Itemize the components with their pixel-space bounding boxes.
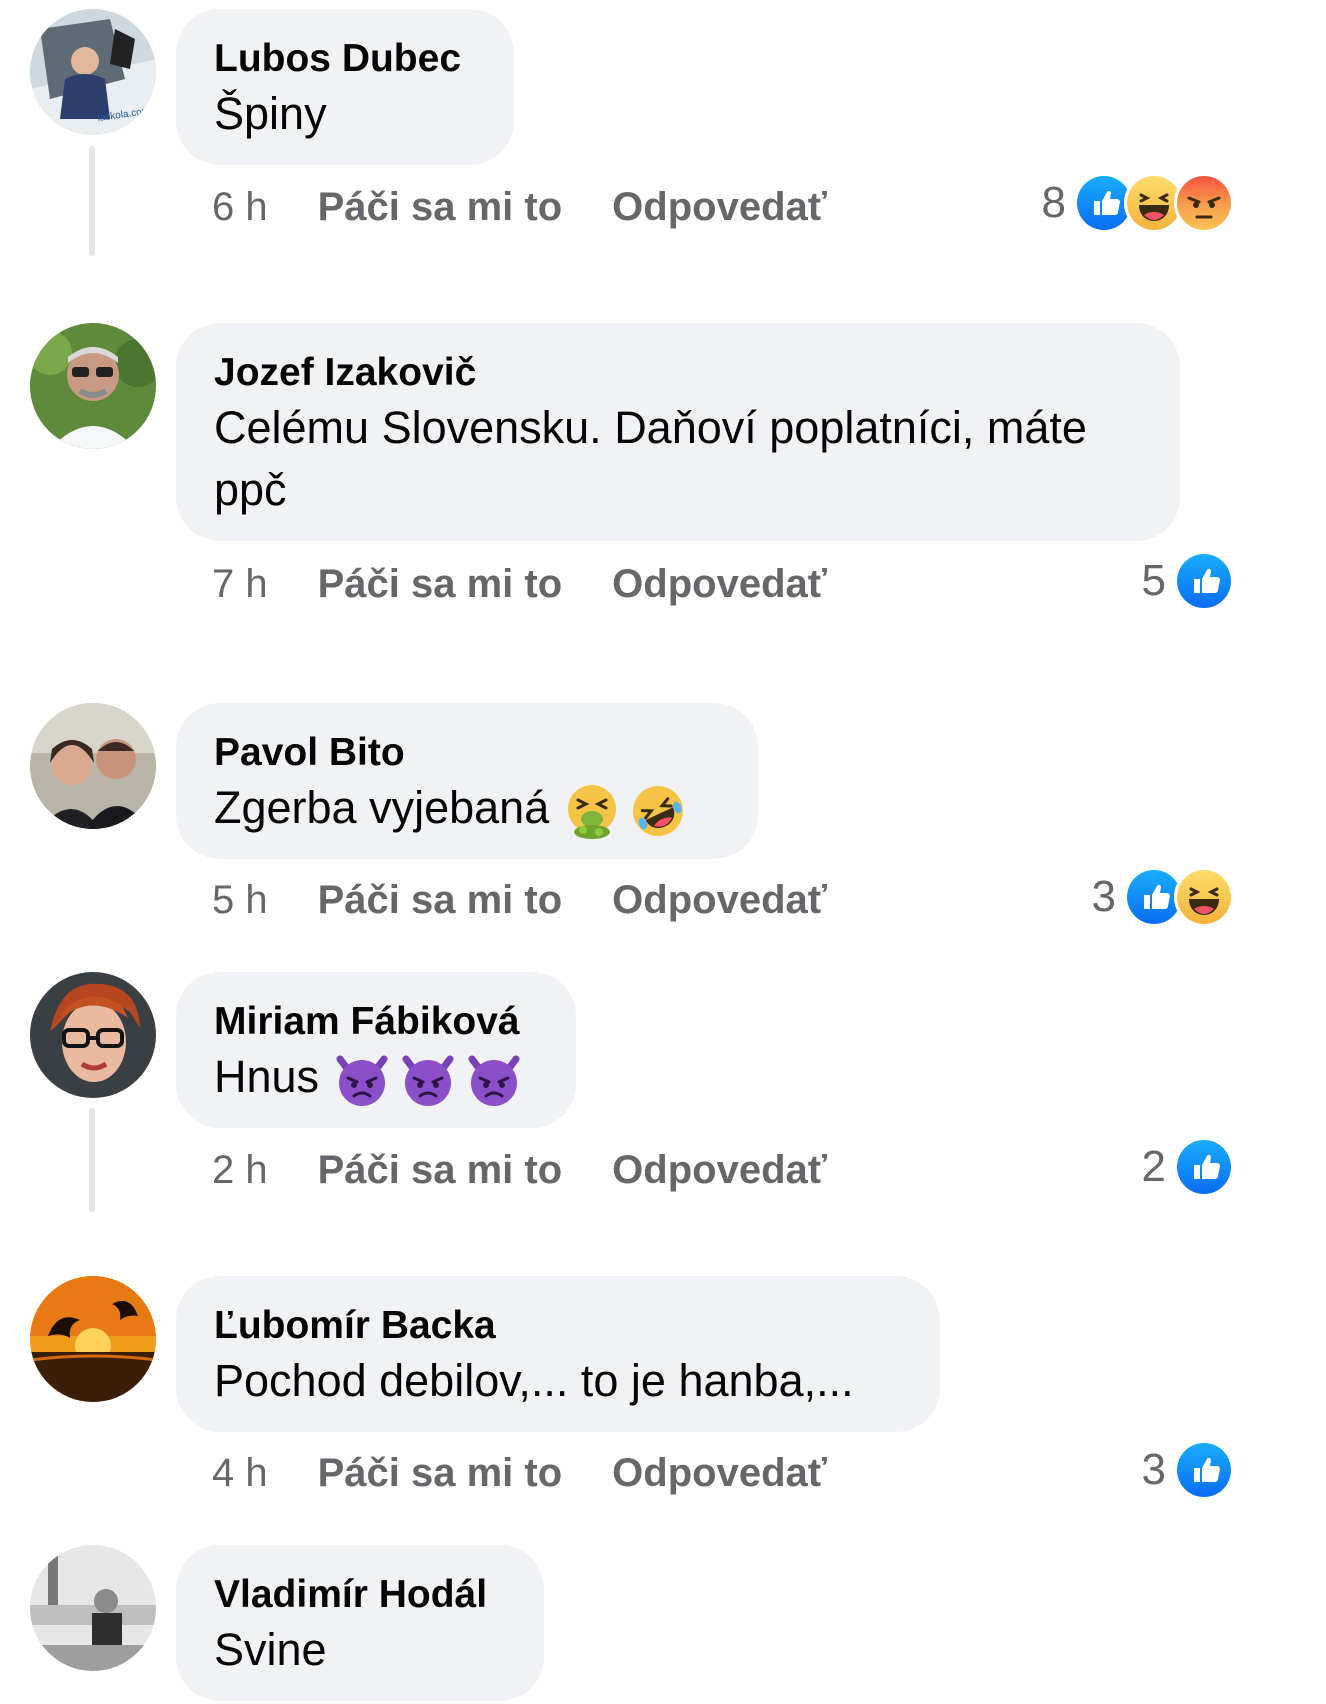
rolling-on-floor-laughing-icon — [629, 782, 687, 840]
like-button[interactable]: Páči sa mi to — [318, 1145, 563, 1195]
like-icon — [1174, 1440, 1234, 1500]
comment-text: Svine — [214, 1624, 327, 1675]
reaction-count: 2 — [1141, 1142, 1166, 1191]
comment-actions: 7 h Páči sa mi to Odpovedať — [212, 559, 827, 609]
comment-text: Špiny — [214, 88, 327, 139]
like-button[interactable]: Páči sa mi to — [318, 875, 563, 925]
comment-author[interactable]: Pavol Bito — [214, 729, 720, 777]
avatar[interactable] — [30, 972, 156, 1098]
like-button[interactable]: Páči sa mi to — [318, 559, 563, 609]
comment-text: Pochod debilov,... to je hanba,... — [214, 1355, 854, 1406]
comment-text: Zgerba vyjebaná — [214, 777, 720, 840]
comment-bubble: Ľubomír Backa Pochod debilov,... to je h… — [176, 1276, 940, 1432]
comment-bubble: Lubos Dubec Špiny — [176, 9, 514, 165]
comment-time[interactable]: 5 h — [212, 875, 268, 925]
thread-line — [89, 146, 95, 256]
angry-devil-icon — [465, 1051, 523, 1109]
reaction-summary[interactable]: 8 — [1041, 173, 1234, 233]
comment-text: Hnus — [214, 1046, 538, 1109]
like-button[interactable]: Páči sa mi to — [318, 1448, 563, 1498]
comment-text-content: Hnus — [214, 1051, 320, 1102]
comment-author[interactable]: Vladimír Hodál — [214, 1571, 506, 1619]
comment-bubble: Pavol Bito Zgerba vyjebaná — [176, 703, 758, 859]
reaction-summary[interactable]: 5 — [1141, 551, 1234, 611]
comment-author[interactable]: Lubos Dubec — [214, 35, 476, 83]
comment-text-content: Zgerba vyjebaná — [214, 782, 550, 833]
like-icon — [1174, 1137, 1234, 1197]
reply-button[interactable]: Odpovedať — [612, 1448, 827, 1498]
reply-button[interactable]: Odpovedať — [612, 1145, 827, 1195]
like-icon — [1174, 551, 1234, 611]
comment-text-line: ppč — [214, 464, 287, 515]
comment-author[interactable]: Jozef Izakovič — [214, 349, 1142, 397]
reaction-summary[interactable]: 2 — [1141, 1137, 1234, 1197]
comment-time[interactable]: 7 h — [212, 559, 268, 609]
comment-time[interactable]: 6 h — [212, 182, 268, 232]
comment-actions: 2 h Páči sa mi to Odpovedať — [212, 1145, 827, 1195]
haha-icon — [1174, 867, 1234, 927]
comment-time[interactable]: 4 h — [212, 1448, 268, 1498]
comment-text-line: Celému Slovensku. Daňoví poplatníci, mát… — [214, 402, 1087, 453]
reaction-count: 5 — [1141, 556, 1166, 605]
comment-actions: 5 h Páči sa mi to Odpovedať — [212, 875, 827, 925]
comment-actions: 4 h Páči sa mi to Odpovedať — [212, 1448, 827, 1498]
reply-button[interactable]: Odpovedať — [612, 182, 827, 232]
comment-author[interactable]: Ľubomír Backa — [214, 1302, 902, 1350]
avatar[interactable] — [30, 1276, 156, 1402]
reply-button[interactable]: Odpovedať — [612, 875, 827, 925]
avatar[interactable] — [30, 1545, 156, 1671]
reaction-summary[interactable]: 3 — [1091, 867, 1234, 927]
reply-button[interactable]: Odpovedať — [612, 559, 827, 609]
thread-line — [89, 1108, 95, 1212]
reaction-count: 3 — [1141, 1445, 1166, 1494]
comment-bubble: Jozef Izakovič Celému Slovensku. Daňoví … — [176, 323, 1180, 541]
vomiting-face-icon — [563, 782, 621, 840]
reaction-count: 8 — [1041, 178, 1066, 227]
avatar[interactable] — [30, 323, 156, 449]
comment-actions: 6 h Páči sa mi to Odpovedať — [212, 182, 827, 232]
avatar[interactable]: laskola.com — [30, 9, 156, 135]
angry-devil-icon — [333, 1051, 391, 1109]
comment-text: Celému Slovensku. Daňoví poplatníci, mát… — [214, 397, 1142, 521]
angry-icon — [1174, 173, 1234, 233]
reaction-count: 3 — [1091, 872, 1116, 921]
avatar[interactable] — [30, 703, 156, 829]
like-button[interactable]: Páči sa mi to — [318, 182, 563, 232]
comment-bubble: Miriam Fábiková Hnus — [176, 972, 576, 1128]
angry-devil-icon — [399, 1051, 457, 1109]
reaction-summary[interactable]: 3 — [1141, 1440, 1234, 1500]
comment-bubble: Vladimír Hodál Svine — [176, 1545, 544, 1701]
comment-author[interactable]: Miriam Fábiková — [214, 998, 538, 1046]
comment-time[interactable]: 2 h — [212, 1145, 268, 1195]
